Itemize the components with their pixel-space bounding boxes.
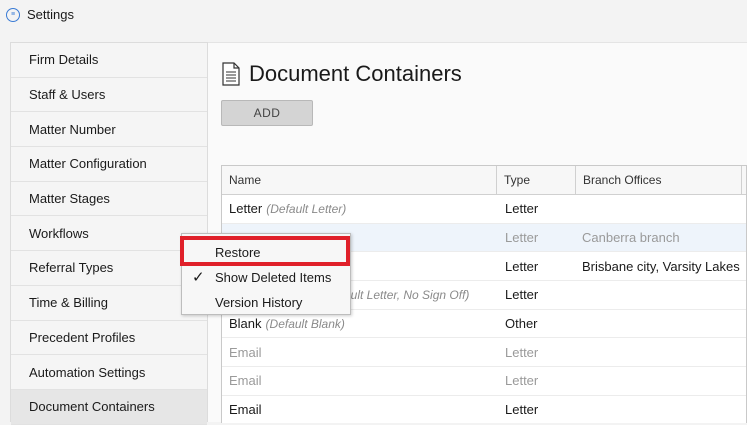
name-text: Email xyxy=(229,402,262,418)
default-note: (Default Letter) xyxy=(266,202,347,217)
name-cell: Email xyxy=(222,402,497,417)
menu-item-version-history[interactable]: Version History xyxy=(182,290,350,315)
checkmark-icon: ✓ xyxy=(192,269,205,286)
type-cell: Letter xyxy=(505,230,539,246)
menu-item-label: Version History xyxy=(215,295,303,310)
name-cell: Letter (Default Letter) xyxy=(222,201,497,216)
add-button[interactable]: ADD xyxy=(221,100,313,126)
table-row[interactable]: Email Letter xyxy=(222,367,746,396)
name-text: Email xyxy=(229,344,262,360)
sidebar-item-label: Workflows xyxy=(29,225,89,241)
column-header-name[interactable]: Name xyxy=(222,166,497,194)
page-header: Document Containers xyxy=(221,61,462,87)
sidebar-item-automation-settings[interactable]: Automation Settings xyxy=(11,355,207,390)
sidebar-item-label: Document Containers xyxy=(29,399,155,415)
sidebar-item-referral-types[interactable]: Referral Types xyxy=(11,251,207,286)
sidebar-item-label: Staff & Users xyxy=(29,87,106,103)
sidebar-item-matter-configuration[interactable]: Matter Configuration xyxy=(11,147,207,182)
settings-sidebar: Firm Details Staff & Users Matter Number… xyxy=(10,42,208,425)
window-title: Settings xyxy=(27,7,74,22)
column-header-type[interactable]: Type xyxy=(497,166,576,194)
sidebar-item-label: Referral Types xyxy=(29,260,114,276)
name-cell: Email xyxy=(222,345,497,360)
sidebar-item-label: Automation Settings xyxy=(29,364,146,380)
name-text: Email xyxy=(229,373,262,389)
app-logo-icon: ≡ xyxy=(6,8,20,22)
name-cell: Email xyxy=(222,373,497,388)
type-cell: Letter xyxy=(505,402,539,418)
table-row[interactable]: Email Letter xyxy=(222,338,746,368)
branch-cell: Canberra branch xyxy=(582,230,680,246)
menu-item-label: Show Deleted Items xyxy=(215,270,332,285)
default-note: ault Letter, No Sign Off) xyxy=(344,288,470,303)
type-cell: Other xyxy=(505,316,538,332)
sidebar-item-matter-stages[interactable]: Matter Stages xyxy=(11,181,207,217)
type-cell: Letter xyxy=(505,258,539,274)
type-cell: Letter xyxy=(505,201,539,217)
sidebar-item-label: Time & Billing xyxy=(29,295,108,311)
menu-item-restore[interactable]: Restore xyxy=(182,240,350,265)
type-cell: Letter xyxy=(505,287,539,303)
document-icon xyxy=(222,62,240,86)
sidebar-item-label: Matter Stages xyxy=(29,191,110,207)
sidebar-item-label: Precedent Profiles xyxy=(29,329,136,345)
type-cell: Letter xyxy=(505,344,539,360)
type-cell: Letter xyxy=(505,373,539,389)
sidebar-item-label: Firm Details xyxy=(29,52,99,68)
table-row[interactable]: Letter (Default Letter) Letter xyxy=(222,195,746,224)
sidebar-item-matter-number[interactable]: Matter Number xyxy=(11,112,207,148)
main-panel: Document Containers ADD Name Type Branch… xyxy=(208,42,747,423)
menu-item-label: Restore xyxy=(215,245,261,260)
sidebar-item-label: Matter Configuration xyxy=(29,156,147,172)
title-bar: ≡ Settings xyxy=(0,0,747,32)
sidebar-item-document-containers[interactable]: Document Containers xyxy=(11,389,207,425)
table-header: Name Type Branch Offices xyxy=(222,166,746,195)
sidebar-item-staff-users[interactable]: Staff & Users xyxy=(11,77,207,113)
sidebar-item-label: Matter Number xyxy=(29,121,116,137)
page-title: Document Containers xyxy=(249,61,462,86)
default-note: (Default Blank) xyxy=(265,317,345,332)
name-text: Letter xyxy=(229,201,263,217)
column-header-branch-offices[interactable]: Branch Offices xyxy=(576,166,742,194)
name-text: Blank xyxy=(229,316,262,332)
table-row[interactable]: Email Letter xyxy=(222,396,746,423)
sidebar-item-precedent-profiles[interactable]: Precedent Profiles xyxy=(11,320,207,356)
sidebar-item-workflows[interactable]: Workflows xyxy=(11,216,207,252)
branch-cell: Brisbane city, Varsity Lakes xyxy=(582,258,740,274)
sidebar-item-firm-details[interactable]: Firm Details xyxy=(11,43,207,78)
menu-item-show-deleted-items[interactable]: ✓ Show Deleted Items xyxy=(182,265,350,290)
sidebar-item-time-billing[interactable]: Time & Billing xyxy=(11,285,207,321)
name-cell: Blank (Default Blank) xyxy=(222,316,497,331)
context-menu: Restore ✓ Show Deleted Items Version His… xyxy=(181,233,351,315)
